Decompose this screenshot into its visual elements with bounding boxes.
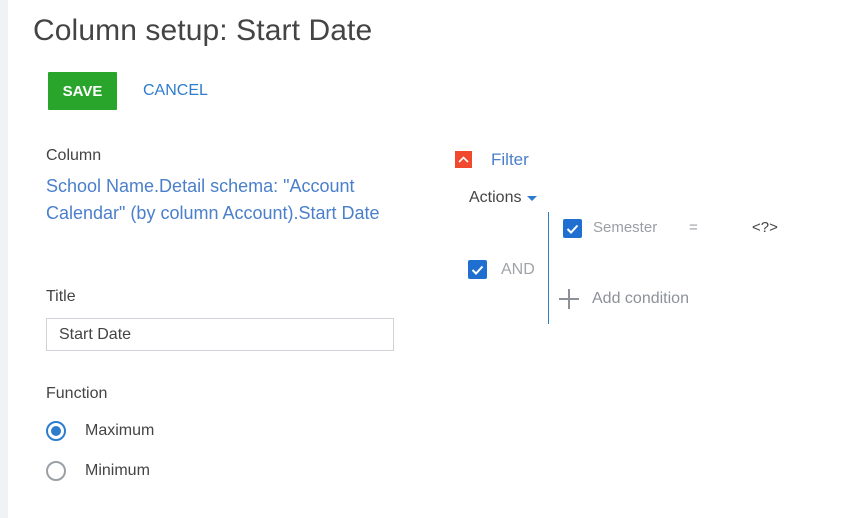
caret-down-icon xyxy=(527,196,538,201)
function-label: Function xyxy=(46,385,108,402)
function-option-maximum[interactable]: Maximum xyxy=(46,419,154,443)
checkmark-icon xyxy=(471,265,484,275)
condition-column[interactable]: Semester xyxy=(593,219,657,236)
page-title: Column setup: Start Date xyxy=(33,14,373,47)
group-operator-label[interactable]: AND xyxy=(501,261,535,279)
title-input[interactable] xyxy=(46,318,394,351)
column-label: Column xyxy=(46,147,102,164)
condition-checkbox[interactable] xyxy=(563,219,582,238)
plus-icon xyxy=(559,289,579,309)
title-label: Title xyxy=(46,288,76,305)
condition-value[interactable]: <?> xyxy=(752,219,778,236)
column-path-link[interactable]: School Name.Detail schema: "Account Cale… xyxy=(46,173,391,227)
filter-title[interactable]: Filter xyxy=(491,150,529,170)
actions-label: Actions xyxy=(469,189,522,206)
function-option-label: Minimum xyxy=(85,462,150,479)
group-bracket-line xyxy=(548,212,549,324)
condition-operator[interactable]: = xyxy=(689,219,698,236)
function-option-minimum[interactable]: Minimum xyxy=(46,459,150,483)
cancel-button[interactable]: CANCEL xyxy=(143,72,208,110)
radio-unselected-icon[interactable] xyxy=(46,461,66,481)
checkmark-icon xyxy=(566,224,579,234)
group-and-checkbox[interactable] xyxy=(468,260,487,279)
save-button[interactable]: SAVE xyxy=(48,72,117,110)
column-setup-panel: Column setup: Start Date SAVE CANCEL Col… xyxy=(8,0,847,518)
add-condition-label: Add condition xyxy=(592,290,689,307)
actions-dropdown[interactable]: Actions xyxy=(469,189,538,207)
chevron-up-icon xyxy=(458,156,469,163)
add-condition-button[interactable]: Add condition xyxy=(559,286,689,312)
filter-collapse-button[interactable] xyxy=(455,151,472,168)
radio-selected-icon[interactable] xyxy=(46,421,66,441)
function-option-label: Maximum xyxy=(85,422,155,439)
